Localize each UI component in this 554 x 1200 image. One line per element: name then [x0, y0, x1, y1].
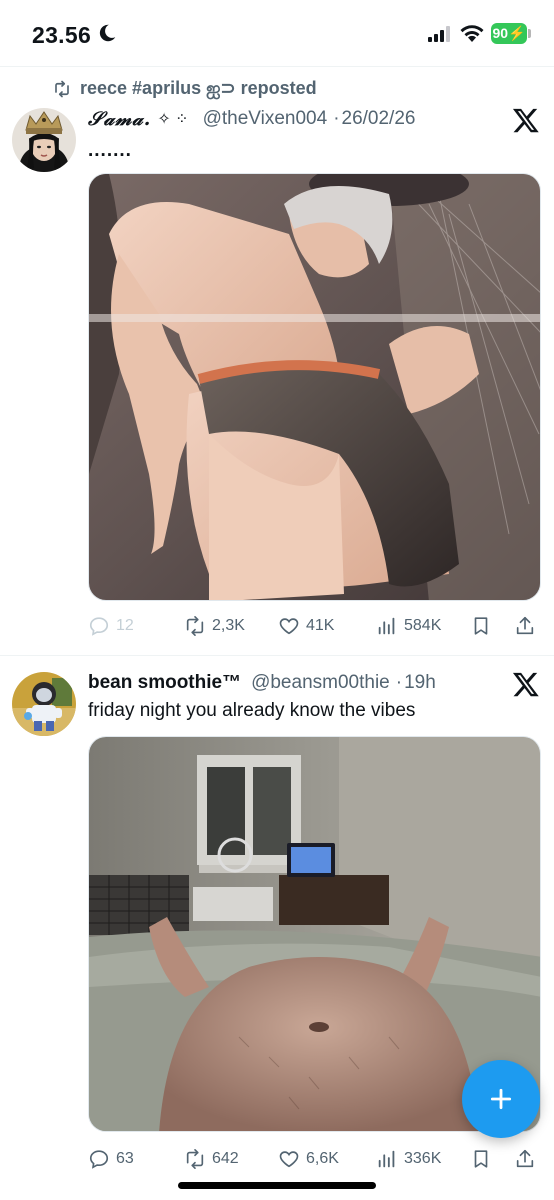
x-logo-icon	[512, 108, 539, 133]
bookmark-icon	[474, 1150, 488, 1168]
cellular-signal-icon	[428, 26, 450, 42]
tweet-header: bean smoothie™ @beansm00thie · 19h	[88, 672, 436, 694]
reply-icon	[89, 617, 109, 636]
x-logo-icon	[512, 672, 539, 697]
repost-count: 642	[212, 1150, 239, 1167]
compose-button[interactable]	[462, 1060, 540, 1138]
share-icon	[516, 1149, 534, 1168]
display-name[interactable]: 𝒮𝒶𝓂𝒶.	[88, 108, 151, 130]
battery-level: 90	[492, 25, 509, 41]
repost-label: reece #aprilus ஐ⊃ reposted	[80, 77, 317, 98]
repost-icon	[186, 616, 204, 636]
tweet-date[interactable]: 26/02/26	[342, 108, 416, 130]
tweet-actions: 63 642 6,6K 336K	[88, 1144, 542, 1174]
like-button[interactable]: 41K	[278, 611, 334, 641]
clock-time: 23.56	[32, 22, 92, 48]
tweet-text: .......	[88, 140, 132, 161]
bookmark-button[interactable]	[470, 1144, 492, 1174]
repost-indicator[interactable]: reece #aprilus ஐ⊃ reposted	[52, 78, 317, 100]
reply-count: 63	[116, 1150, 134, 1167]
share-icon	[516, 616, 534, 635]
repost-icon	[55, 80, 69, 98]
tweet-text: friday night you already know the vibes	[88, 700, 416, 721]
battery-icon: 90⚡	[491, 23, 527, 44]
divider	[0, 655, 554, 656]
views-button[interactable]: 336K	[376, 1144, 441, 1174]
tweet-date[interactable]: 19h	[404, 672, 436, 694]
share-button[interactable]	[514, 611, 536, 641]
tweet-header: 𝒮𝒶𝓂𝒶. ✧ ⁘ @theVixen004 · 26/02/26	[88, 108, 416, 130]
like-count: 6,6K	[306, 1150, 339, 1167]
reply-count: 12	[116, 617, 134, 634]
views-chart-icon	[378, 617, 395, 635]
user-handle[interactable]: @beansm00thie	[251, 672, 390, 694]
wifi-icon	[460, 25, 484, 42]
user-handle[interactable]: @theVixen004	[203, 108, 328, 130]
display-name[interactable]: bean smoothie™	[88, 672, 241, 694]
home-indicator[interactable]	[178, 1182, 376, 1189]
share-button[interactable]	[514, 1144, 536, 1174]
repost-button[interactable]: 642	[184, 1144, 239, 1174]
status-bar: 23.56 90⚡	[0, 0, 554, 66]
reply-button[interactable]: 63	[88, 1144, 134, 1174]
plus-icon	[490, 1088, 512, 1110]
heart-icon	[279, 618, 299, 635]
reply-icon	[89, 1150, 109, 1169]
name-emoji: ✧ ⁘	[157, 111, 189, 128]
views-button[interactable]: 584K	[376, 611, 441, 641]
repost-button[interactable]: 2,3K	[184, 611, 245, 641]
views-count: 336K	[404, 1150, 442, 1167]
views-chart-icon	[378, 1150, 395, 1168]
like-count: 41K	[306, 617, 335, 634]
views-count: 584K	[404, 617, 442, 634]
divider	[0, 66, 554, 67]
bookmark-icon	[474, 617, 488, 635]
repost-count: 2,3K	[212, 617, 245, 634]
tweet-actions: 12 2,3K 41K 584K	[88, 611, 542, 641]
avatar[interactable]	[12, 108, 76, 172]
tweet-image[interactable]	[88, 173, 541, 601]
bookmark-button[interactable]	[470, 611, 492, 641]
reply-button[interactable]: 12	[88, 611, 134, 641]
repost-icon	[186, 1149, 204, 1169]
moon-icon	[99, 24, 116, 42]
heart-icon	[279, 1151, 299, 1168]
avatar[interactable]	[12, 672, 76, 736]
tweet[interactable]: reece #aprilus ஐ⊃ reposted 𝒮𝒶𝓂𝒶. ✧ ⁘ @th…	[0, 78, 554, 648]
like-button[interactable]: 6,6K	[278, 1144, 339, 1174]
